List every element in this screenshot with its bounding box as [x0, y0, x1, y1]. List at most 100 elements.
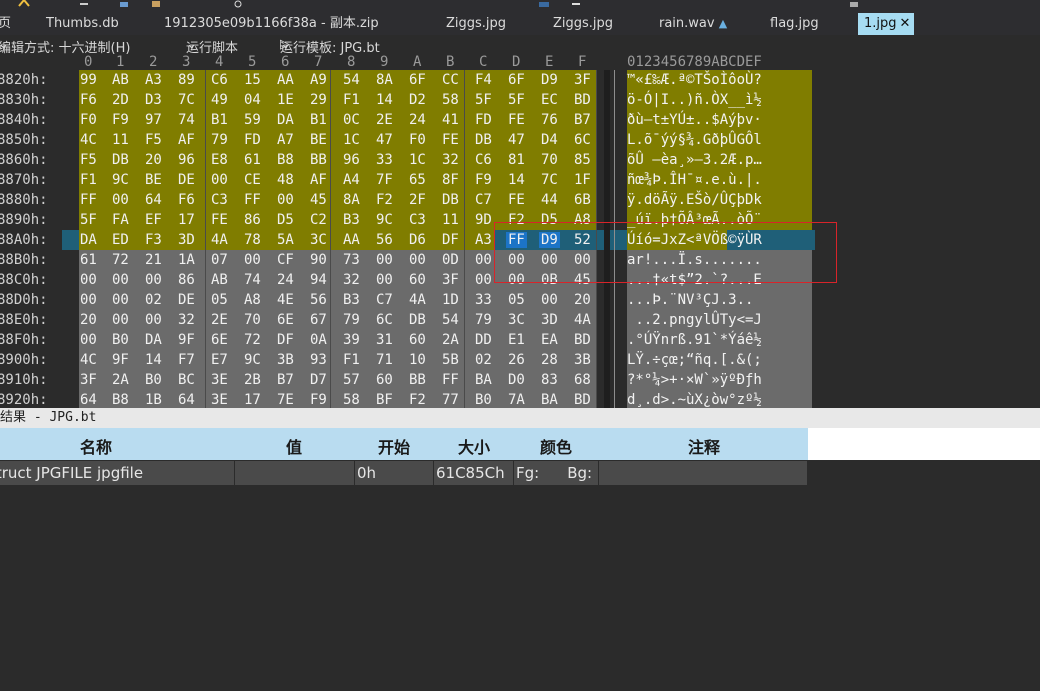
- hex-byte[interactable]: 3E: [211, 372, 228, 388]
- hex-byte[interactable]: 1C: [409, 152, 426, 168]
- hex-byte[interactable]: 8A: [343, 192, 360, 208]
- hex-row[interactable]: 88F0h: 00 B0 DA 9F 6E 72 DF 0A 39 31 60 2A DD E1 EA BD .°…: [0, 330, 1040, 350]
- hex-byte[interactable]: 1E: [277, 92, 294, 108]
- hex-byte[interactable]: 9C: [376, 212, 393, 228]
- col-start-header[interactable]: 开始: [378, 434, 410, 458]
- hex-byte[interactable]: F1: [343, 92, 360, 108]
- hex-byte[interactable]: 2E: [376, 112, 393, 128]
- hex-byte[interactable]: EF: [145, 212, 162, 228]
- hex-byte[interactable]: DE: [178, 172, 195, 188]
- ascii-text[interactable]: ...Þ.¨NV³ÇJ.3..: [627, 292, 762, 308]
- hex-byte[interactable]: B8: [112, 392, 129, 408]
- hex-byte[interactable]: 7C: [541, 172, 558, 188]
- hex-byte[interactable]: 5F: [475, 92, 492, 108]
- hex-byte[interactable]: 59: [244, 112, 261, 128]
- hex-byte[interactable]: B1: [211, 112, 228, 128]
- hex-byte[interactable]: 00: [211, 172, 228, 188]
- hex-byte[interactable]: 00: [475, 252, 492, 268]
- hex-byte[interactable]: 00: [80, 292, 97, 308]
- hex-byte[interactable]: 5A: [277, 232, 294, 248]
- hex-byte[interactable]: DA: [145, 332, 162, 348]
- hex-byte[interactable]: D7: [310, 372, 327, 388]
- save-icon[interactable]: [18, 0, 30, 8]
- ascii-text[interactable]: .°ÚŸnrß.91`*Ýáê½: [627, 332, 762, 348]
- hex-byte[interactable]: A3: [475, 232, 492, 248]
- hex-byte[interactable]: 32: [178, 312, 195, 328]
- hex-byte[interactable]: 73: [343, 252, 360, 268]
- hex-byte[interactable]: 00: [145, 272, 162, 288]
- hex-byte[interactable]: 32: [343, 272, 360, 288]
- hex-byte[interactable]: A9: [310, 72, 327, 88]
- hex-byte[interactable]: DF: [277, 332, 294, 348]
- hex-byte[interactable]: 72: [244, 332, 261, 348]
- tab-1-jpg[interactable]: 1.jpg ✕: [858, 13, 915, 35]
- hex-byte[interactable]: BA: [475, 372, 492, 388]
- hex-byte[interactable]: 5F: [80, 212, 97, 228]
- hex-byte[interactable]: 02: [145, 292, 162, 308]
- hex-byte[interactable]: F9: [112, 112, 129, 128]
- hex-byte[interactable]: C6: [211, 72, 228, 88]
- hex-byte[interactable]: 99: [80, 72, 97, 88]
- col-size-header[interactable]: 大小: [458, 434, 490, 458]
- hex-row[interactable]: 8820h: 99 AB A3 89 C6 15 AA A9 54 8A 6F CC F4 6F D9 3F ™«…: [0, 70, 1040, 90]
- hex-byte[interactable]: E7: [211, 352, 228, 368]
- hex-byte[interactable]: 00: [277, 192, 294, 208]
- hex-byte[interactable]: 86: [178, 272, 195, 288]
- col-color-header[interactable]: 颜色: [540, 434, 572, 458]
- hex-byte[interactable]: 4A: [211, 232, 228, 248]
- hex-byte[interactable]: BF: [376, 392, 393, 408]
- hex-byte[interactable]: 65: [409, 172, 426, 188]
- hex-byte[interactable]: DB: [409, 312, 426, 328]
- hex-byte[interactable]: 9F: [112, 352, 129, 368]
- hex-byte[interactable]: 28: [541, 352, 558, 368]
- hex-byte[interactable]: C6: [475, 152, 492, 168]
- hex-byte[interactable]: 47: [508, 132, 525, 148]
- hex-byte[interactable]: 4A: [574, 312, 591, 328]
- hex-byte[interactable]: 4C: [80, 132, 97, 148]
- hex-byte[interactable]: 5B: [442, 352, 459, 368]
- hex-byte[interactable]: EA: [541, 332, 558, 348]
- hex-byte[interactable]: 04: [244, 92, 261, 108]
- hex-byte[interactable]: 72: [112, 252, 129, 268]
- hex-byte[interactable]: 11: [112, 132, 129, 148]
- hex-byte[interactable]: 14: [508, 172, 525, 188]
- hex-byte[interactable]: 3D: [541, 312, 558, 328]
- hex-byte[interactable]: 8A: [376, 72, 393, 88]
- hex-byte[interactable]: 00: [80, 272, 97, 288]
- hex-byte[interactable]: B0: [145, 372, 162, 388]
- hex-byte[interactable]: 44: [541, 192, 558, 208]
- hex-byte[interactable]: FA: [112, 212, 129, 228]
- hex-byte[interactable]: AF: [310, 172, 327, 188]
- hex-byte[interactable]: F4: [475, 72, 492, 88]
- hex-byte[interactable]: 11: [442, 212, 459, 228]
- hex-byte[interactable]: D5: [277, 212, 294, 228]
- hex-byte[interactable]: F9: [310, 392, 327, 408]
- hex-byte[interactable]: BA: [541, 392, 558, 408]
- hex-byte[interactable]: 33: [475, 292, 492, 308]
- hex-byte[interactable]: 85: [574, 152, 591, 168]
- hex-byte[interactable]: 1D: [442, 292, 459, 308]
- ascii-text[interactable]: ñœ¾Þ.ÎH¯¤.e.ù.|.: [627, 172, 762, 188]
- hex-byte[interactable]: 3F: [442, 272, 459, 288]
- hex-byte[interactable]: D6: [409, 232, 426, 248]
- hex-byte[interactable]: A7: [277, 132, 294, 148]
- hex-byte[interactable]: 48: [277, 172, 294, 188]
- hex-byte[interactable]: 71: [376, 352, 393, 368]
- hex-byte[interactable]: B0: [475, 392, 492, 408]
- hex-byte[interactable]: 5F: [508, 92, 525, 108]
- tab-ziggs-2[interactable]: Ziggs.jpg: [553, 13, 613, 35]
- hex-byte[interactable]: B1: [310, 112, 327, 128]
- hex-byte[interactable]: 6F: [409, 72, 426, 88]
- col-name-header[interactable]: 名称: [80, 434, 112, 458]
- hex-byte[interactable]: 3F: [574, 72, 591, 88]
- hex-byte[interactable]: F5: [145, 132, 162, 148]
- hex-byte[interactable]: DB: [475, 132, 492, 148]
- hex-byte[interactable]: 0C: [343, 112, 360, 128]
- hex-byte[interactable]: 58: [343, 392, 360, 408]
- hex-byte[interactable]: F3: [145, 232, 162, 248]
- hex-byte[interactable]: A3: [145, 72, 162, 88]
- hex-row[interactable]: 88E0h: 20 00 00 32 2E 70 6E 67 79 6C DB 54 79 3C 3D 4A .…: [0, 310, 1040, 330]
- hex-byte[interactable]: F6: [178, 192, 195, 208]
- hex-byte[interactable]: 79: [211, 132, 228, 148]
- hex-byte[interactable]: CC: [442, 72, 459, 88]
